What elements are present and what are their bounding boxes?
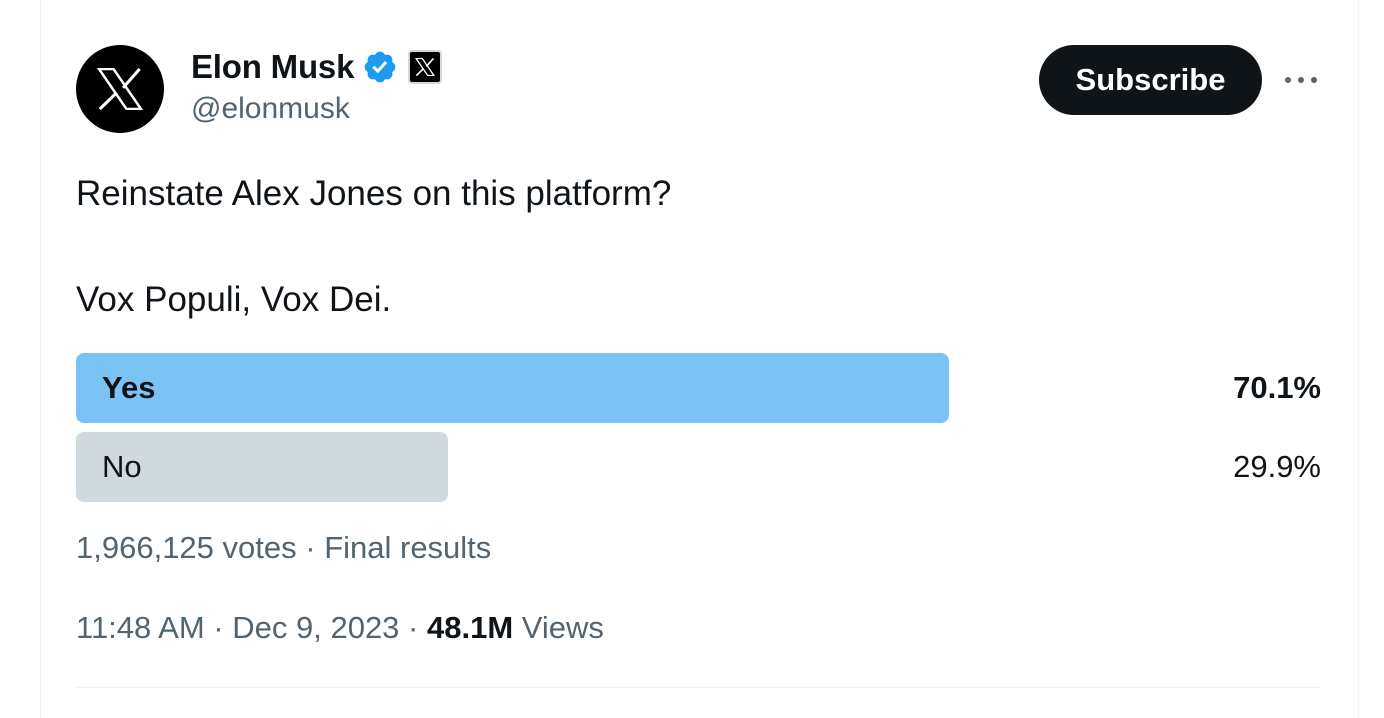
divider <box>76 687 1321 688</box>
date-separator: · <box>399 610 427 645</box>
views-count: 48.1M <box>426 610 514 645</box>
subscribe-button[interactable]: Subscribe <box>1039 45 1262 115</box>
poll-option-label: No <box>102 449 142 484</box>
poll-option-no: No 29.9% <box>76 432 1321 502</box>
poll-option-percent: 29.9% <box>1233 449 1321 484</box>
tweet-line-2: Vox Populi, Vox Dei. <box>76 280 392 319</box>
tweet-time[interactable]: 11:48 AM <box>76 610 205 645</box>
author-handle[interactable]: @elonmusk <box>191 92 350 126</box>
x-mini-logo-icon <box>415 58 436 76</box>
author-name-row[interactable]: Elon Musk <box>191 48 443 86</box>
tweet-text: Reinstate Alex Jones on this platform? V… <box>76 172 671 322</box>
tweet-line-1: Reinstate Alex Jones on this platform? <box>76 174 672 213</box>
avatar[interactable] <box>76 45 164 133</box>
more-horizontal-icon[interactable] <box>1282 62 1320 98</box>
author-name[interactable]: Elon Musk <box>191 48 354 86</box>
poll-option-yes: Yes 70.1% <box>76 353 1321 423</box>
x-affiliate-badge-icon[interactable] <box>408 50 443 84</box>
tweet-timestamp-row: 11:48 AM · Dec 9, 2023 · 48.1M Views <box>76 610 604 646</box>
poll-meta: 1,966,125 votes · Final results <box>76 530 491 566</box>
poll-votes: 1,966,125 votes <box>76 530 297 565</box>
poll-bar-yes <box>76 353 949 423</box>
poll-option-label: Yes <box>102 370 156 405</box>
x-logo-icon <box>97 68 143 110</box>
views-label: Views <box>513 610 604 645</box>
poll-option-percent: 70.1% <box>1233 370 1321 405</box>
tweet-date[interactable]: Dec 9, 2023 <box>232 610 399 645</box>
verified-badge-icon[interactable] <box>362 49 398 85</box>
poll-status: Final results <box>324 530 492 565</box>
time-separator: · <box>204 610 233 645</box>
meta-separator: · <box>296 530 325 565</box>
